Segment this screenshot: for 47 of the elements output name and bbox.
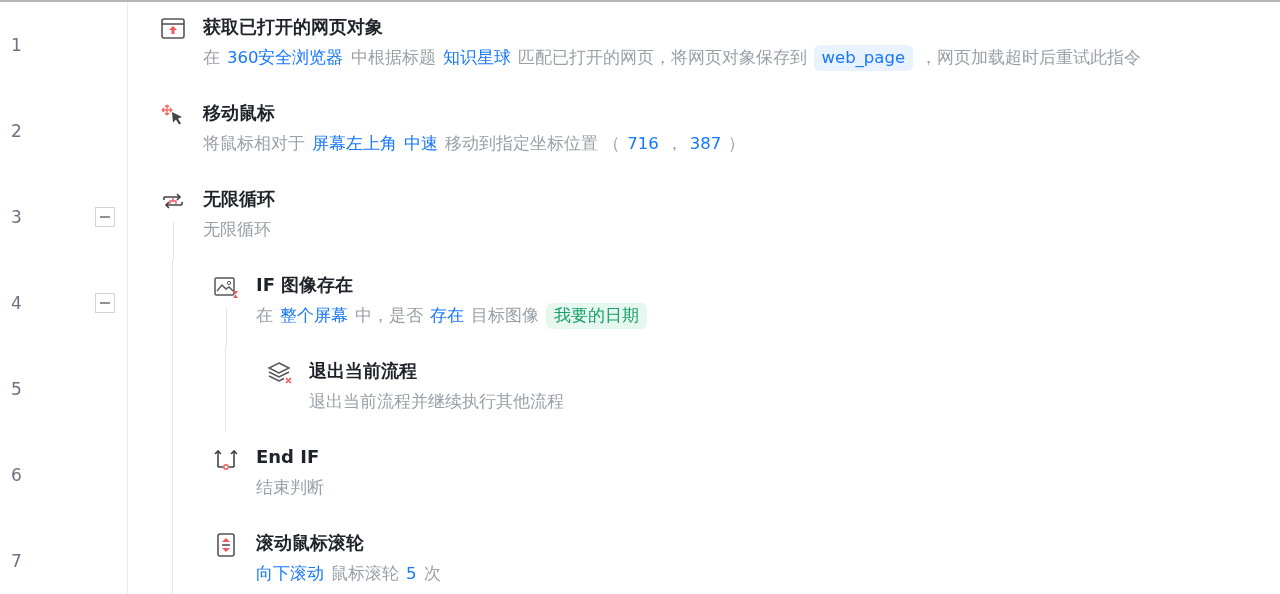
step-description: 在 — [203, 47, 220, 69]
step-description: 在 — [256, 305, 273, 327]
step-title: 移动鼠标 — [203, 101, 276, 125]
browser-window-icon — [160, 16, 186, 42]
step-title: End IF — [256, 445, 321, 469]
parameter-value[interactable]: 存在 — [430, 303, 464, 329]
step-description: 移动到指定坐标位置 （ — [445, 133, 621, 155]
step-title: IF 图像存在 — [256, 273, 355, 297]
image-tag[interactable]: 我要的日期 — [546, 303, 647, 329]
line-number: 6 — [11, 465, 23, 485]
step-description: ） — [728, 133, 746, 155]
step-description: 目标图像 — [471, 305, 539, 327]
layers-icon — [266, 360, 292, 386]
step-description: 将鼠标相对于 — [203, 133, 305, 155]
line-number: 7 — [11, 551, 23, 571]
parameter-value[interactable]: 整个屏幕 — [280, 303, 348, 329]
step-description: ， — [665, 133, 683, 155]
step-description: 中，是否 — [355, 305, 423, 327]
parameter-value[interactable]: 5 — [406, 561, 417, 587]
step-description: 次 — [423, 563, 441, 585]
step-description: 退出当前流程并继续执行其他流程 — [309, 391, 564, 413]
collapse-button[interactable] — [95, 293, 115, 313]
step-description: 结束判断 — [256, 477, 324, 499]
image-icon — [213, 274, 239, 300]
step-description: 中根据标题 — [350, 47, 436, 69]
step-description: ，网页加载超时后重试此指令 — [920, 47, 1142, 69]
parameter-value[interactable]: 360安全浏览器 — [227, 45, 344, 71]
step-description: 无限循环 — [203, 219, 271, 241]
parameter-value[interactable]: 716 — [627, 131, 659, 157]
step-description: 鼠标滚轮 — [331, 563, 399, 585]
step-description: 匹配已打开的网页，将网页对象保存到 — [517, 47, 807, 69]
parameter-value[interactable]: 屏幕左上角 — [312, 131, 397, 157]
step-title: 滚动鼠标滚轮 — [256, 531, 365, 555]
step-title: 获取已打开的网页对象 — [203, 15, 384, 39]
line-number: 1 — [11, 35, 23, 55]
variable-tag[interactable]: web_page — [813, 45, 914, 71]
parameter-value[interactable]: 中速 — [404, 131, 438, 157]
line-number: 3 — [11, 207, 23, 227]
line-number: 5 — [11, 379, 23, 399]
line-number: 2 — [11, 121, 23, 141]
parameter-value[interactable]: 向下滚动 — [256, 561, 324, 587]
step-title: 退出当前流程 — [309, 359, 418, 383]
collapse-button[interactable] — [95, 207, 115, 227]
parameter-value[interactable]: 知识星球 — [442, 45, 511, 71]
line-number: 4 — [11, 293, 23, 313]
step-title: 无限循环 — [203, 187, 275, 211]
parameter-value[interactable]: 387 — [689, 131, 722, 157]
